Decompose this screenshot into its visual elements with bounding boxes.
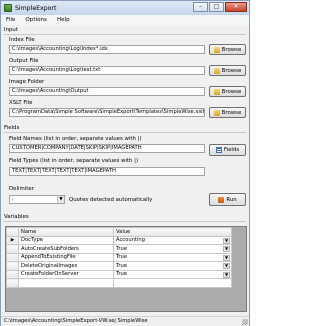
table-row[interactable]: AutoCreateSubFolders True ▼ bbox=[6, 244, 232, 254]
variable-value-cell[interactable]: True ▼ bbox=[113, 269, 232, 279]
variable-value: True bbox=[116, 262, 128, 269]
xslt-file-field[interactable]: C:\ProgramData\Simple Software\SimpleExp… bbox=[9, 108, 205, 117]
grid-header-row: Name Value bbox=[6, 227, 232, 237]
new-row-header bbox=[6, 278, 19, 288]
status-bar: C:\Images\Accounting\SimpleExport-VW.sej… bbox=[1, 316, 249, 326]
current-row-marker: ▶ bbox=[6, 235, 19, 245]
browse-label: Browse bbox=[221, 88, 242, 95]
index-file-label: Index File bbox=[9, 37, 35, 43]
menu-file[interactable]: File bbox=[1, 17, 20, 23]
minimize-button[interactable]: – bbox=[193, 2, 208, 12]
menu-bar: File Options Help bbox=[1, 15, 249, 25]
fields-divider bbox=[4, 132, 246, 133]
variable-name-cell[interactable]: AutoCreateSubFolders bbox=[18, 244, 114, 254]
table-row[interactable]: CreateFolderOnServer True ▼ bbox=[6, 269, 232, 279]
chevron-down-icon[interactable]: ▼ bbox=[223, 246, 230, 252]
input-section-label: Input bbox=[4, 27, 18, 33]
status-text: C:\Images\Accounting\SimpleExport-VW.sej… bbox=[4, 318, 148, 324]
xslt-file-browse-button[interactable]: Browse bbox=[209, 107, 246, 118]
menu-help[interactable]: Help bbox=[52, 17, 75, 23]
column-header-value[interactable]: Value bbox=[113, 227, 232, 237]
delimiter-label: Delimiter bbox=[9, 186, 34, 192]
folder-icon bbox=[213, 88, 220, 95]
image-folder-field[interactable]: C:\Images\Accounting\Output bbox=[9, 87, 205, 96]
output-file-label: Output File bbox=[9, 58, 39, 64]
variable-value: True bbox=[116, 254, 128, 261]
new-row-name-cell[interactable] bbox=[18, 278, 114, 288]
variable-name-cell[interactable]: AppendToExistingFile bbox=[18, 252, 114, 262]
resize-grip-icon[interactable] bbox=[242, 319, 248, 325]
variable-name-cell[interactable]: CreateFolderOnServer bbox=[18, 269, 114, 279]
quotes-note: Quotes detected automatically bbox=[69, 197, 153, 203]
variable-value-cell[interactable]: True ▼ bbox=[113, 252, 232, 262]
folder-icon bbox=[213, 67, 220, 74]
chevron-down-icon[interactable]: ▼ bbox=[223, 271, 230, 278]
index-file-browse-button[interactable]: Browse bbox=[209, 44, 246, 55]
output-file-browse-button[interactable]: Browse bbox=[209, 65, 246, 76]
variable-name-cell[interactable]: DeleteOriginalImages bbox=[18, 261, 114, 271]
browse-label: Browse bbox=[221, 67, 242, 74]
fields-button-label: Fields bbox=[223, 147, 240, 153]
chevron-down-icon: ▼ bbox=[57, 196, 64, 203]
index-file-field[interactable]: C:\Images\Accounting\Log\Index*.idx bbox=[9, 45, 205, 54]
image-folder-browse-button[interactable]: Browse bbox=[209, 86, 246, 97]
field-types-label: Field Types (list in order, separate val… bbox=[9, 158, 139, 164]
table-row[interactable]: ▶ DocType Accounting ▼ bbox=[6, 235, 232, 245]
variable-value-cell[interactable]: Accounting ▼ bbox=[113, 235, 232, 245]
menu-options[interactable]: Options bbox=[20, 17, 52, 23]
fields-section-label: Fields bbox=[4, 125, 20, 131]
list-icon bbox=[215, 147, 222, 153]
row-header bbox=[6, 244, 19, 254]
field-names-label: Field Names (list in order, separate val… bbox=[9, 136, 142, 142]
variable-value: True bbox=[116, 271, 128, 278]
variables-table: Name Value ▶ DocType Accounting ▼ AutoCre… bbox=[6, 227, 232, 288]
row-header-corner bbox=[6, 227, 19, 237]
run-icon bbox=[218, 196, 225, 203]
fields-button[interactable]: Fields bbox=[209, 144, 246, 156]
chevron-down-icon[interactable]: ▼ bbox=[223, 263, 230, 269]
browse-label: Browse bbox=[221, 46, 242, 53]
variables-divider bbox=[4, 221, 246, 222]
xslt-file-label: XSLT File bbox=[9, 100, 33, 106]
browse-label: Browse bbox=[221, 109, 242, 116]
run-button[interactable]: Run bbox=[209, 193, 246, 206]
folder-icon bbox=[213, 46, 220, 53]
field-types-field[interactable]: TEXT|TEXT|TEXT|TEXT|TEXT|IMAGEPATH bbox=[9, 167, 205, 176]
delimiter-value: , bbox=[12, 196, 14, 202]
variable-name-cell[interactable]: DocType bbox=[18, 235, 114, 245]
row-header bbox=[6, 269, 19, 279]
table-row[interactable]: AppendToExistingFile True ▼ bbox=[6, 252, 232, 262]
window-controls: – □ ✕ bbox=[192, 2, 247, 12]
chevron-down-icon[interactable]: ▼ bbox=[223, 254, 230, 261]
variable-value-cell[interactable]: True ▼ bbox=[113, 261, 232, 271]
app-window: SimpleExport – □ ✕ File Options Help Inp… bbox=[0, 0, 250, 326]
chevron-down-icon[interactable]: ▼ bbox=[223, 237, 230, 244]
new-row[interactable] bbox=[6, 278, 232, 288]
row-header bbox=[6, 261, 19, 271]
delimiter-select[interactable]: , ▼ bbox=[9, 195, 65, 204]
app-icon bbox=[4, 4, 12, 12]
table-row[interactable]: DeleteOriginalImages True ▼ bbox=[6, 261, 232, 271]
title-bar[interactable]: SimpleExport – □ ✕ bbox=[1, 1, 249, 15]
variable-value-cell[interactable]: True ▼ bbox=[113, 244, 232, 254]
folder-icon bbox=[213, 109, 220, 116]
maximize-button[interactable]: □ bbox=[209, 2, 224, 12]
window-title: SimpleExport bbox=[15, 4, 57, 12]
column-header-name[interactable]: Name bbox=[18, 227, 114, 237]
image-folder-label: Image Folder bbox=[9, 79, 45, 85]
input-divider bbox=[4, 34, 246, 35]
row-header bbox=[6, 252, 19, 262]
close-button[interactable]: ✕ bbox=[225, 2, 247, 12]
new-row-value-cell[interactable] bbox=[113, 278, 232, 288]
variable-value: True bbox=[116, 245, 128, 252]
field-names-field[interactable]: CUSTOMER|COMPANY|DATE|SKIP|SKIP|IMAGEPAT… bbox=[9, 144, 205, 153]
variables-grid[interactable]: Name Value ▶ DocType Accounting ▼ AutoCre… bbox=[5, 226, 247, 312]
output-file-field[interactable]: C:\Images\Accounting\Log\test.txt bbox=[9, 66, 205, 75]
variable-value: Accounting bbox=[116, 237, 145, 244]
variables-section-label: Variables bbox=[4, 214, 29, 220]
run-button-label: Run bbox=[226, 196, 237, 203]
